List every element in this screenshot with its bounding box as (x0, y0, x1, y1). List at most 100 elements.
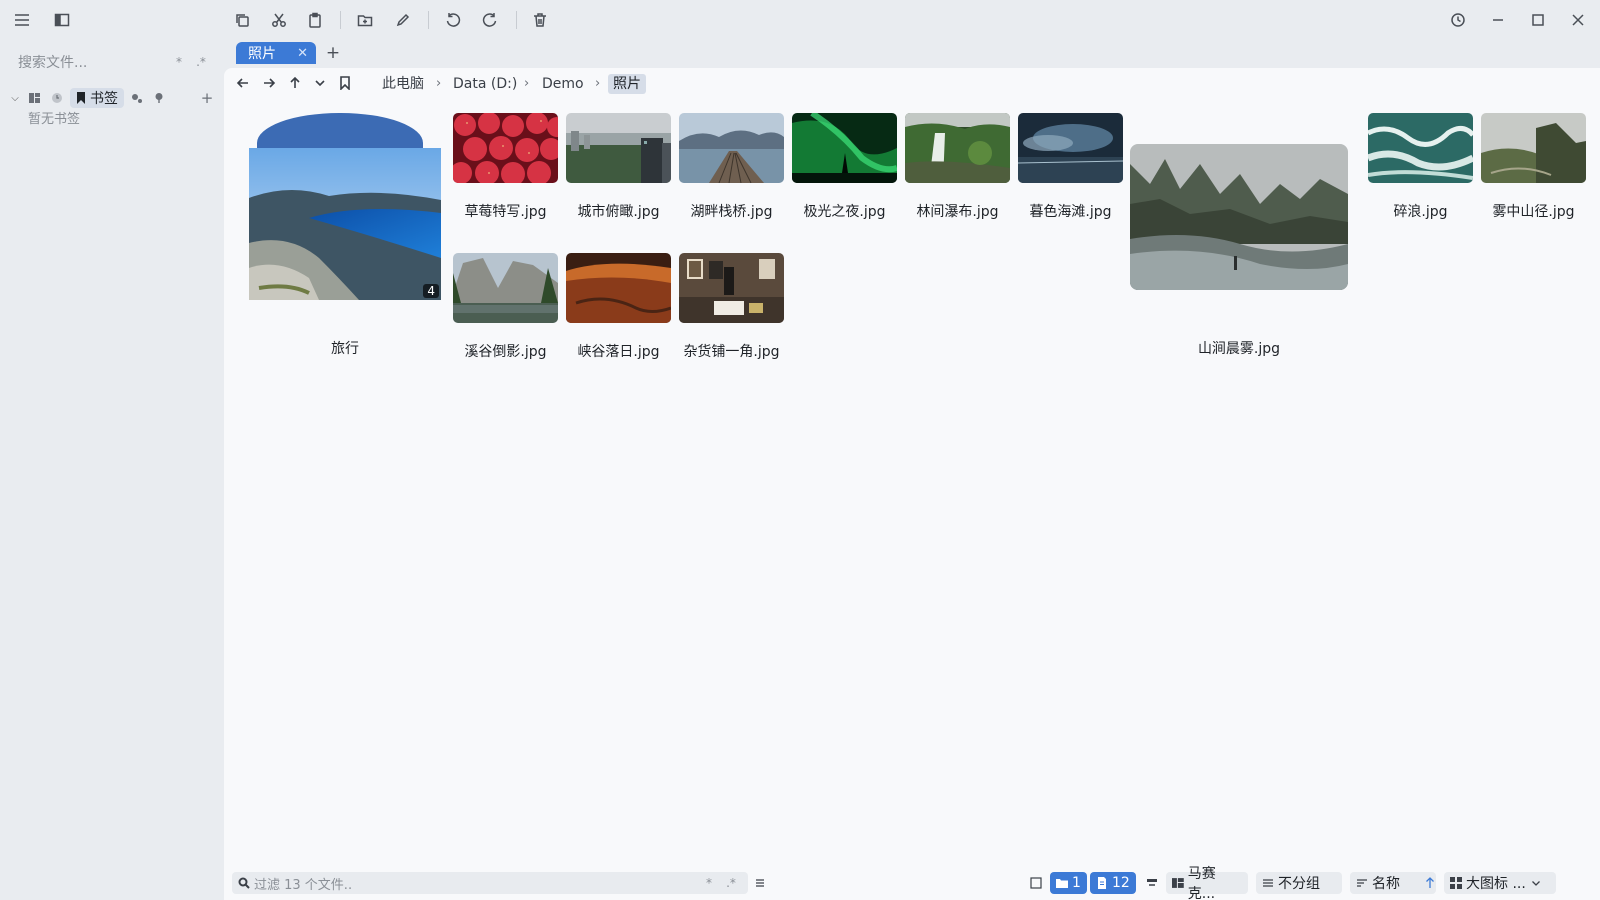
breadcrumb-demo[interactable]: Demo (542, 74, 584, 94)
breadcrumb-separator: › (524, 76, 530, 91)
filter-input[interactable]: 过滤 13 个文件.. * .* (232, 872, 748, 894)
regex-toggle[interactable]: .* (720, 876, 742, 890)
mosaic-icon (1172, 878, 1184, 888)
file-name: 旅行 (331, 341, 359, 357)
image-tile[interactable]: 雾中山径.jpg (1481, 113, 1586, 223)
bookmark-tab[interactable]: 书签 (70, 88, 124, 108)
redo-icon[interactable] (477, 8, 503, 32)
sidebar-search-input[interactable]: 搜索文件... * .* (12, 50, 212, 74)
image-tile[interactable]: 峡谷落日.jpg (566, 253, 671, 363)
file-name: 湖畔栈桥.jpg (690, 204, 773, 220)
copy-icon[interactable] (229, 8, 255, 32)
sort-direction-icon[interactable] (1418, 872, 1442, 894)
folder-back-shape (257, 113, 423, 149)
menu-icon[interactable] (9, 8, 35, 32)
image-tile[interactable]: 溪谷倒影.jpg (453, 253, 558, 363)
pin-icon[interactable] (150, 89, 168, 107)
bookmark-section-header: ⌵ 书签 + (8, 87, 216, 109)
chevron-down-icon (1531, 881, 1540, 886)
image-tile[interactable]: 山涧晨雾.jpg (1130, 113, 1350, 363)
toolbar-divider (428, 11, 429, 29)
folder-icon (1056, 879, 1068, 888)
layout-label: 马赛克... (1187, 866, 1216, 900)
search-placeholder: 搜索文件... (18, 55, 88, 71)
grid-icon[interactable] (26, 89, 44, 107)
tag-icon[interactable] (128, 89, 146, 107)
image-thumbnail (453, 113, 558, 183)
rename-icon[interactable] (390, 8, 416, 32)
image-thumbnail (679, 113, 784, 183)
image-thumbnail (1130, 144, 1348, 290)
image-tile[interactable]: 林间瀑布.jpg (905, 113, 1010, 223)
large-icons-icon (1450, 877, 1462, 889)
cut-icon[interactable] (266, 8, 292, 32)
image-thumbnail (453, 253, 558, 323)
search-icon (238, 877, 250, 889)
image-tile[interactable]: 极光之夜.jpg (792, 113, 897, 223)
sidebar: 搜索文件... * .* ⌵ 书签 + 暂无书签 (0, 40, 224, 900)
select-all-checkbox[interactable] (1024, 872, 1048, 894)
image-tile[interactable]: 杂货铺一角.jpg (679, 253, 784, 363)
image-thumbnail (566, 253, 671, 323)
bookmark-empty-text: 暂无书签 (28, 112, 81, 127)
file-icon (1098, 877, 1106, 889)
image-tile[interactable]: 暮色海滩.jpg (1018, 113, 1123, 223)
wildcard-toggle[interactable]: * (168, 55, 190, 69)
folder-tile[interactable]: 4 旅行 (224, 68, 464, 368)
file-name: 溪谷倒影.jpg (464, 344, 547, 360)
image-tile[interactable]: 城市俯瞰.jpg (566, 113, 671, 223)
tab-photos[interactable]: 照片 ✕ (236, 42, 316, 64)
file-name: 碎浪.jpg (1393, 204, 1448, 220)
file-name: 暮色海滩.jpg (1029, 204, 1112, 220)
bookmark-tab-label: 书签 (90, 91, 118, 107)
image-thumbnail (905, 113, 1010, 183)
new-tab-button[interactable]: + (324, 43, 342, 63)
image-thumbnail (679, 253, 784, 323)
file-name: 杂货铺一角.jpg (683, 344, 780, 360)
file-name: 城市俯瞰.jpg (577, 204, 660, 220)
new-folder-icon[interactable] (352, 8, 378, 32)
minimize-icon[interactable] (1485, 8, 1511, 32)
file-name: 山涧晨雾.jpg (1197, 341, 1281, 357)
filter-menu-icon[interactable] (748, 872, 772, 894)
toolbar-divider (340, 11, 341, 29)
group-selector[interactable]: 不分组 (1256, 872, 1342, 894)
sort-label: 名称 (1372, 876, 1400, 892)
regex-toggle[interactable]: .* (190, 55, 212, 69)
undo-icon[interactable] (440, 8, 466, 32)
image-tile[interactable]: 草莓特写.jpg (453, 113, 558, 223)
image-thumbnail (792, 113, 897, 183)
recent-icon[interactable] (48, 89, 66, 107)
file-manager-window: 搜索文件... * .* ⌵ 书签 + 暂无书签 照片 ✕ + 此电脑 › Da… (0, 0, 1600, 900)
list-icon (1263, 879, 1273, 887)
tab-label: 照片 (248, 46, 276, 62)
toggle-panel-icon[interactable] (1140, 872, 1164, 894)
image-thumbnail (566, 113, 671, 183)
file-count-badge[interactable]: 12 (1090, 872, 1136, 894)
file-count: 12 (1112, 875, 1130, 891)
maximize-icon[interactable] (1525, 8, 1551, 32)
sidebar-toggle-icon[interactable] (49, 8, 75, 32)
folder-thumbnail: 4 (249, 148, 441, 300)
group-label: 不分组 (1278, 876, 1320, 892)
breadcrumb-current[interactable]: 照片 (608, 74, 646, 94)
sort-icon (1357, 879, 1367, 887)
filter-placeholder: 过滤 13 个文件.. (254, 877, 353, 893)
image-thumbnail (1018, 113, 1123, 183)
tab-close-icon[interactable]: ✕ (297, 46, 308, 61)
wildcard-toggle[interactable]: * (698, 876, 720, 890)
view-selector[interactable]: 大图标 ... (1444, 872, 1556, 894)
view-label: 大图标 ... (1466, 876, 1526, 892)
image-tile[interactable]: 湖畔栈桥.jpg (679, 113, 784, 223)
folder-count-badge[interactable]: 1 (1050, 872, 1087, 894)
history-icon[interactable] (1445, 8, 1471, 32)
delete-icon[interactable] (527, 8, 553, 32)
paste-icon[interactable] (302, 8, 328, 32)
file-name: 峡谷落日.jpg (577, 344, 660, 360)
image-tile[interactable]: 碎浪.jpg (1368, 113, 1473, 223)
chevron-down-icon[interactable]: ⌵ (8, 93, 22, 104)
close-icon[interactable] (1565, 8, 1591, 32)
add-bookmark-button[interactable]: + (198, 89, 216, 107)
bookmark-icon (77, 92, 85, 104)
layout-selector[interactable]: 马赛克... (1166, 866, 1248, 900)
